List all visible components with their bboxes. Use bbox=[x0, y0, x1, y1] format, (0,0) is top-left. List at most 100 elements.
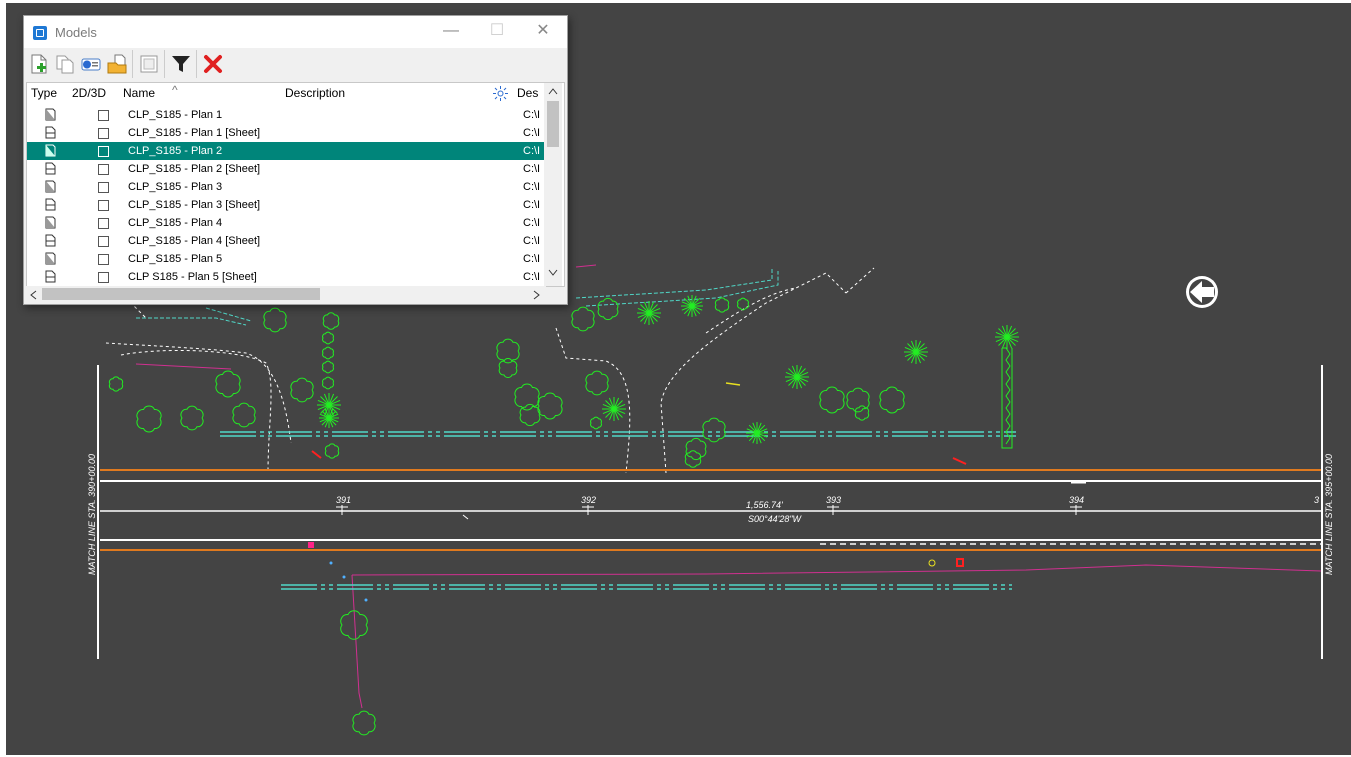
model-name: CLP_S185 - Plan 3 bbox=[128, 181, 223, 193]
station-391: 391 bbox=[336, 495, 351, 505]
vertical-scroll-thumb[interactable] bbox=[547, 101, 559, 147]
north-arrow-icon bbox=[1186, 276, 1218, 308]
dialog-titlebar[interactable]: Models — ☐ ✕ bbox=[24, 16, 567, 48]
column-type[interactable]: Type bbox=[31, 83, 57, 103]
model-name: CLP_S185 - Plan 5 bbox=[128, 253, 223, 265]
2d3d-checkbox[interactable] bbox=[98, 128, 109, 139]
model-row[interactable]: CLP_S185 - Plan 3 [Sheet] C:\I bbox=[27, 196, 544, 214]
scroll-left-icon[interactable] bbox=[29, 290, 37, 300]
match-line-right: MATCH LINE STA. 395+00.00 bbox=[1324, 454, 1334, 575]
hedge-symbol bbox=[1001, 347, 1013, 449]
shrub-symbol bbox=[108, 376, 124, 392]
toolbar-separator bbox=[164, 50, 165, 78]
trees bbox=[108, 295, 1019, 736]
shrub-symbol bbox=[215, 370, 241, 398]
model-path: C:\I bbox=[523, 145, 541, 157]
sheet-model-icon bbox=[45, 162, 56, 175]
2d3d-checkbox[interactable] bbox=[98, 218, 109, 229]
sort-ascending-icon: ^ bbox=[172, 83, 178, 97]
palm-tree-symbol bbox=[681, 295, 703, 317]
model-row[interactable]: CLP_S185 - Plan 3 C:\I bbox=[27, 178, 544, 196]
model-row[interactable]: CLP_S185 - Plan 1 [Sheet] C:\I bbox=[27, 124, 544, 142]
filter-icon[interactable] bbox=[170, 53, 192, 75]
model-row[interactable]: CLP_S185 - Plan 1 C:\I bbox=[27, 106, 544, 124]
blue-dot bbox=[364, 598, 368, 602]
column-description[interactable]: Description bbox=[285, 83, 345, 103]
shrub-symbol bbox=[819, 386, 845, 414]
horizontal-scroll-thumb[interactable] bbox=[42, 288, 320, 300]
blank-model-icon[interactable] bbox=[138, 53, 160, 75]
column-2d3d[interactable]: 2D/3D bbox=[72, 83, 106, 103]
model-row[interactable]: CLP_S185 - Plan 2 C:\I bbox=[27, 142, 544, 160]
model-path: C:\I bbox=[523, 217, 541, 229]
model-row[interactable]: CLP_S185 - Plan 2 [Sheet] C:\I bbox=[27, 160, 544, 178]
toolbar-separator bbox=[196, 50, 197, 78]
model-name: CLP_S185 - Plan 3 [Sheet] bbox=[128, 199, 261, 211]
model-name: CLP_S185 - Plan 2 bbox=[128, 145, 223, 157]
maximize-button[interactable]: ☐ bbox=[474, 16, 520, 48]
palm-tree-symbol bbox=[995, 325, 1019, 349]
shrub-symbol bbox=[136, 405, 162, 433]
close-button[interactable]: ✕ bbox=[520, 16, 566, 48]
fence-lines bbox=[135, 264, 1322, 709]
new-model-icon[interactable] bbox=[28, 53, 50, 75]
model-row[interactable]: CLP_S185 - Plan 5 C:\I bbox=[27, 250, 544, 268]
design-model-icon bbox=[45, 180, 56, 193]
red-mark-2 bbox=[311, 450, 322, 459]
display-settings-icon[interactable] bbox=[493, 86, 508, 101]
blue-dot bbox=[329, 561, 333, 565]
2d3d-checkbox[interactable] bbox=[98, 272, 109, 283]
palm-tree-symbol bbox=[785, 365, 809, 389]
station-395: 3 bbox=[1314, 495, 1319, 505]
minimize-button[interactable]: — bbox=[428, 16, 474, 48]
horizontal-scrollbar[interactable] bbox=[26, 286, 546, 302]
model-name: CLP S185 - Plan 5 [Sheet] bbox=[128, 271, 257, 283]
design-model-icon bbox=[45, 108, 56, 121]
scroll-down-icon[interactable] bbox=[548, 269, 558, 277]
models-table: Type 2D/3D Name ^ Description Des CLP_S1… bbox=[26, 82, 565, 287]
2d3d-checkbox[interactable] bbox=[98, 182, 109, 193]
station-labels: 391 392 393 394 3 1,556.74' S00°44'28"W bbox=[336, 495, 1319, 524]
shrub-symbol bbox=[180, 405, 204, 431]
sheet-model-icon bbox=[45, 126, 56, 139]
road-edges bbox=[97, 365, 1323, 659]
bearing-text: S00°44'28"W bbox=[748, 514, 803, 524]
vertical-scrollbar[interactable] bbox=[544, 83, 562, 286]
palm-tree-symbol bbox=[319, 408, 339, 428]
import-model-icon[interactable] bbox=[106, 53, 128, 75]
scroll-up-icon[interactable] bbox=[548, 87, 558, 95]
2d3d-checkbox[interactable] bbox=[98, 236, 109, 247]
shrub-symbol bbox=[571, 306, 595, 332]
red-mark bbox=[952, 457, 967, 465]
2d3d-checkbox[interactable] bbox=[98, 254, 109, 265]
shrub-symbol bbox=[322, 331, 334, 345]
model-path: C:\I bbox=[523, 199, 541, 211]
sheet-model-icon bbox=[45, 234, 56, 247]
model-properties-icon[interactable] bbox=[80, 53, 102, 75]
shrub-symbol bbox=[232, 402, 256, 428]
scroll-right-icon[interactable] bbox=[533, 290, 541, 300]
model-row[interactable]: CLP S185 - Plan 5 [Sheet] C:\I bbox=[27, 268, 544, 286]
shrub-symbol bbox=[322, 360, 334, 374]
column-name[interactable]: Name bbox=[123, 83, 155, 103]
shrub-symbol bbox=[879, 386, 905, 414]
copy-model-icon[interactable] bbox=[54, 53, 76, 75]
yellow-mark bbox=[725, 382, 741, 386]
model-path: C:\I bbox=[523, 127, 541, 139]
delete-icon[interactable] bbox=[202, 53, 224, 75]
2d3d-checkbox[interactable] bbox=[98, 110, 109, 121]
model-row[interactable]: CLP_S185 - Plan 4 C:\I bbox=[27, 214, 544, 232]
2d3d-checkbox[interactable] bbox=[98, 146, 109, 157]
dialog-toolbar bbox=[24, 49, 567, 79]
shrub-symbol bbox=[714, 297, 730, 313]
model-name: CLP_S185 - Plan 4 [Sheet] bbox=[128, 235, 261, 247]
model-row[interactable]: CLP_S185 - Plan 4 [Sheet] C:\I bbox=[27, 232, 544, 250]
model-name: CLP_S185 - Plan 1 bbox=[128, 109, 223, 121]
2d3d-checkbox[interactable] bbox=[98, 200, 109, 211]
shrub-symbol bbox=[537, 392, 563, 420]
2d3d-checkbox[interactable] bbox=[98, 164, 109, 175]
column-file[interactable]: Des bbox=[517, 83, 538, 103]
sheet-model-icon bbox=[45, 198, 56, 211]
design-model-icon bbox=[45, 252, 56, 265]
shrub-symbol bbox=[590, 416, 602, 430]
